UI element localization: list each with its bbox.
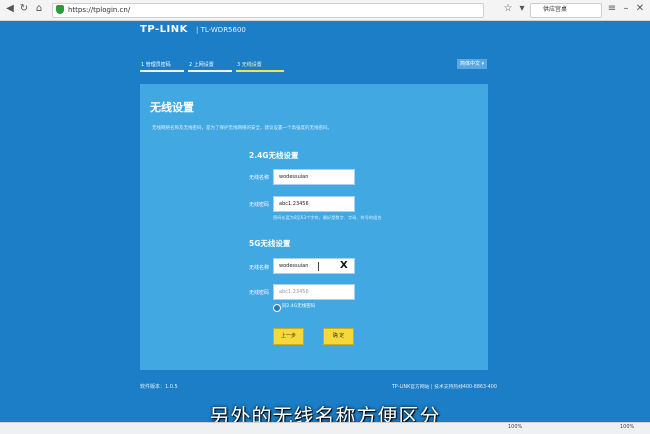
page-title: 无线设置 bbox=[150, 101, 194, 114]
url-text: https://tplogin.cn/ bbox=[68, 6, 131, 14]
tplink-logo: TP-LINK bbox=[140, 24, 188, 35]
status-zoom-left: 100% bbox=[508, 424, 523, 430]
back-icon[interactable]: ◀ bbox=[4, 3, 16, 15]
dropdown-icon[interactable]: ▾ bbox=[516, 3, 528, 15]
step-progress-3 bbox=[236, 70, 284, 72]
step-internet-setup: 2 上网设置 bbox=[189, 62, 214, 68]
band24-password-input[interactable]: abc1.23456 bbox=[273, 196, 355, 212]
clear-icon[interactable]: X bbox=[340, 260, 348, 271]
band24-password-value: abc1.23456 bbox=[279, 201, 309, 207]
close-icon[interactable]: ✕ bbox=[634, 3, 646, 15]
home-icon[interactable]: ⌂ bbox=[33, 3, 45, 15]
password-hint: 密码长度为8至63个字符，最好是数字、字母、符号的组合 bbox=[273, 215, 382, 220]
browser-statusbar bbox=[0, 422, 650, 434]
status-zoom-right[interactable]: 100% bbox=[620, 424, 634, 430]
secure-shield-icon bbox=[56, 5, 64, 14]
model-name: | TL-WDR5600 bbox=[196, 26, 246, 34]
footer-links[interactable]: TP-LINK官方网站 | 技术支持热线400-8863-400 bbox=[392, 383, 497, 390]
band5-password-label: 无线密码 bbox=[249, 290, 270, 296]
same-password-checkbox[interactable] bbox=[273, 304, 281, 312]
band5-password-value: abc1.23456 bbox=[279, 289, 309, 295]
confirm-button[interactable]: 确 定 bbox=[323, 328, 354, 345]
software-version: 软件版本：1.0.5 bbox=[140, 384, 178, 390]
band24-ssid-input[interactable]: wodessuian bbox=[273, 169, 355, 185]
minimize-icon[interactable]: – bbox=[620, 3, 632, 15]
menu-icon[interactable]: ≡ bbox=[606, 3, 618, 15]
same-password-label: 同2.4G无线密码 bbox=[282, 304, 316, 309]
band24-heading: 2.4G无线设置 bbox=[249, 151, 299, 160]
star-icon[interactable]: ☆ bbox=[502, 3, 514, 15]
search-text: 供应宫桌 bbox=[543, 6, 568, 13]
step-progress-1 bbox=[140, 70, 184, 72]
refresh-icon[interactable]: ↻ bbox=[18, 3, 30, 15]
language-select[interactable]: 简体中文 ▾ bbox=[457, 59, 487, 69]
band5-password-input[interactable]: abc1.23456 bbox=[273, 284, 355, 300]
band24-ssid-label: 无线名称 bbox=[249, 175, 270, 181]
band5-heading: 5G无线设置 bbox=[249, 239, 291, 248]
step-admin-password: 1 管理员密码 bbox=[141, 62, 171, 68]
prev-button[interactable]: 上一步 bbox=[273, 328, 304, 345]
step-wireless-setup: 3 无线设置 bbox=[237, 62, 262, 68]
band24-ssid-value: wodessuian bbox=[279, 174, 309, 180]
intro-text: 无线网络名称及无线密码，是为了保护无线网络的安全，建议设置一个高强度的无线密码。 bbox=[152, 126, 332, 131]
band5-ssid-label: 无线名称 bbox=[249, 265, 270, 271]
band24-password-label: 无线密码 bbox=[249, 202, 270, 208]
text-cursor bbox=[318, 262, 319, 271]
step-progress-2 bbox=[188, 70, 232, 72]
